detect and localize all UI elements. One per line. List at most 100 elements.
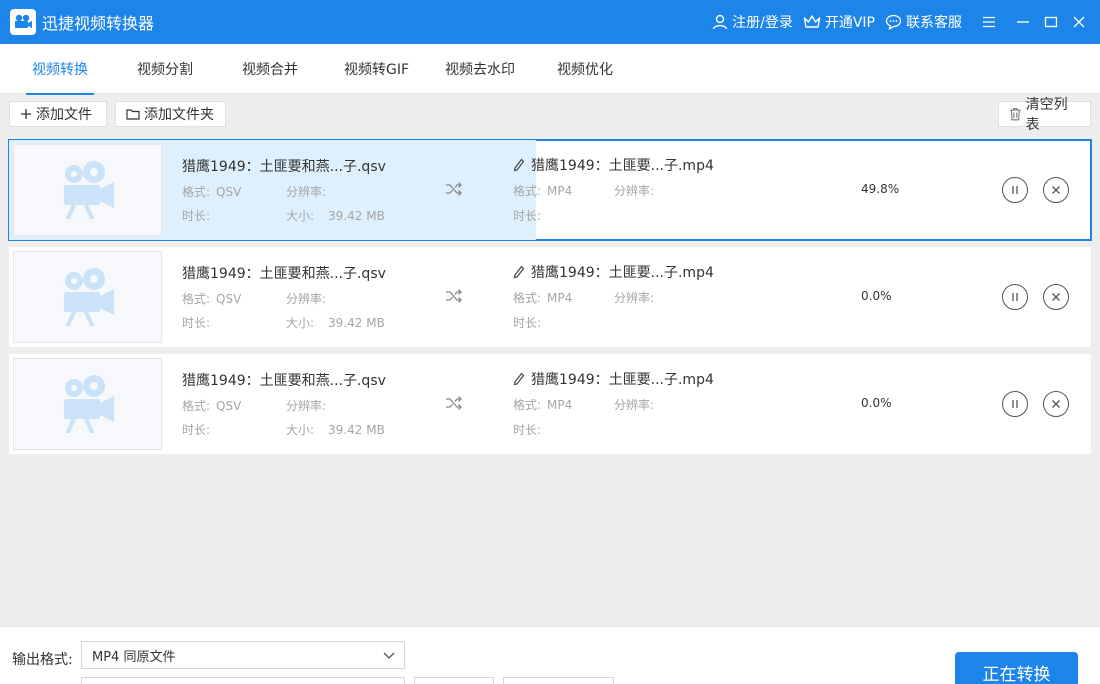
progress-percent: 49.8% (861, 182, 900, 196)
pause-icon (1012, 293, 1018, 301)
tab-video-to-gif[interactable]: 视频转GIF (344, 44, 409, 94)
chat-icon (885, 14, 902, 30)
plus-icon (21, 109, 31, 119)
vip-label: 开通VIP (824, 15, 875, 31)
login-label: 注册/登录 (732, 15, 793, 31)
tab-video-split[interactable]: 视频分割 (137, 44, 193, 94)
file-row[interactable]: 猎鹰1949：土匪要和燕...子.qsv 格式: QSV 分辨率: 时长: 大小:… (9, 247, 1091, 347)
vip-button[interactable]: 开通VIP (803, 12, 875, 32)
convert-button[interactable]: 正在转换 (955, 652, 1078, 684)
clear-list-button[interactable]: 清空列表 (998, 97, 1091, 133)
pencil-icon (513, 158, 525, 172)
source-resolution: 分辨率: (286, 399, 327, 413)
customer-service-button[interactable]: 联系客服 (885, 12, 962, 32)
app-title: 迅捷视频转换器 (42, 14, 155, 33)
source-format: 格式: QSV (182, 185, 242, 199)
add-folder-label: 添加文件夹 (144, 107, 214, 123)
close-icon (1052, 400, 1060, 408)
pause-icon (1012, 400, 1018, 408)
output-format-label: 输出格式: (12, 652, 73, 668)
output-name-text: 猎鹰1949：土匪要...子.mp4 (531, 265, 714, 281)
video-thumbnail (13, 251, 162, 343)
output-resolution: 分辨率: (614, 398, 655, 412)
add-folder-button[interactable]: 添加文件夹 (115, 101, 226, 127)
add-file-label: 添加文件 (36, 107, 92, 123)
pencil-icon (513, 265, 525, 279)
output-file-name[interactable]: 猎鹰1949：土匪要...子.mp4 (513, 155, 714, 175)
output-resolution: 分辨率: (614, 184, 655, 198)
film-camera-icon (63, 375, 114, 433)
output-name-text: 猎鹰1949：土匪要...子.mp4 (531, 158, 714, 174)
pause-icon (1012, 186, 1018, 194)
minimize-button[interactable] (1010, 9, 1036, 35)
file-row[interactable]: 猎鹰1949：土匪要和燕...子.qsv 格式: QSV 分辨率: 时长: 大小:… (9, 354, 1091, 454)
output-file-name[interactable]: 猎鹰1949：土匪要...子.mp4 (513, 369, 714, 389)
close-icon (1052, 186, 1060, 194)
maximize-icon (1044, 16, 1058, 28)
output-format: 格式: MP4 (513, 184, 573, 198)
video-thumbnail (13, 144, 162, 236)
chevron-down-icon (383, 652, 395, 659)
output-duration: 时长: (513, 209, 542, 223)
tab-remove-watermark[interactable]: 视频去水印 (445, 44, 515, 94)
output-duration: 时长: (513, 316, 542, 330)
source-file-name: 猎鹰1949：土匪要和燕...子.qsv (182, 373, 386, 389)
change-path-button[interactable] (414, 677, 494, 684)
maximize-button[interactable] (1038, 9, 1064, 35)
login-button[interactable]: 注册/登录 (712, 12, 793, 32)
pencil-icon (513, 372, 525, 386)
minimize-icon (1017, 21, 1029, 23)
tab-bar: 视频转换 视频分割 视频合并 视频转GIF 视频去水印 视频优化 (0, 44, 1100, 95)
remove-button[interactable] (1043, 177, 1069, 203)
video-thumbnail (13, 358, 162, 450)
output-name-text: 猎鹰1949：土匪要...子.mp4 (531, 372, 714, 388)
remove-button[interactable] (1043, 284, 1069, 310)
source-duration: 时长: (182, 316, 211, 330)
tab-video-merge[interactable]: 视频合并 (242, 44, 298, 94)
source-file-name: 猎鹰1949：土匪要和燕...子.qsv (182, 266, 386, 282)
tab-video-optimize[interactable]: 视频优化 (557, 44, 613, 94)
source-size: 大小: 39.42 MB (286, 316, 385, 330)
film-camera-icon (63, 161, 114, 219)
file-row[interactable]: 猎鹰1949：土匪要和燕...子.qsv 格式: QSV 分辨率: 时长: 大小:… (8, 139, 1092, 241)
source-format: 格式: QSV (182, 399, 242, 413)
menu-button[interactable] (976, 9, 1002, 35)
output-format-value: MP4 同原文件 (92, 649, 176, 665)
close-icon (1073, 16, 1085, 28)
shuffle-icon (445, 396, 463, 414)
add-file-button[interactable]: 添加文件 (9, 101, 107, 127)
bottom-bar: 输出格式: MP4 同原文件 正在转换 (0, 626, 1100, 684)
user-icon (712, 14, 728, 30)
folder-icon (126, 109, 140, 120)
progress-percent: 0.0% (861, 289, 892, 303)
output-path-field[interactable] (81, 677, 405, 684)
output-file-name[interactable]: 猎鹰1949：土匪要...子.mp4 (513, 262, 714, 282)
service-label: 联系客服 (906, 15, 962, 31)
source-resolution: 分辨率: (286, 185, 327, 199)
pause-button[interactable] (1002, 284, 1028, 310)
output-resolution: 分辨率: (614, 291, 655, 305)
pause-button[interactable] (1002, 177, 1028, 203)
source-size: 大小: 39.42 MB (286, 209, 385, 223)
source-duration: 时长: (182, 209, 211, 223)
close-window-button[interactable] (1066, 9, 1092, 35)
title-bar: 迅捷视频转换器 注册/登录 开通VIP 联系客服 (0, 0, 1100, 44)
close-icon (1052, 293, 1060, 301)
source-size: 大小: 39.42 MB (286, 423, 385, 437)
source-format: 格式: QSV (182, 292, 242, 306)
output-format: 格式: MP4 (513, 291, 573, 305)
tab-video-convert[interactable]: 视频转换 (26, 44, 94, 95)
output-format-select[interactable]: MP4 同原文件 (81, 641, 405, 669)
source-duration: 时长: (182, 423, 211, 437)
output-format: 格式: MP4 (513, 398, 573, 412)
shuffle-icon (445, 182, 463, 200)
film-camera-icon (63, 268, 114, 326)
camera-logo-icon (10, 9, 36, 35)
menu-icon (983, 16, 995, 28)
open-folder-button[interactable] (503, 677, 614, 684)
pause-button[interactable] (1002, 391, 1028, 417)
shuffle-icon (445, 289, 463, 307)
progress-percent: 0.0% (861, 396, 892, 410)
source-file-name: 猎鹰1949：土匪要和燕...子.qsv (182, 159, 386, 175)
remove-button[interactable] (1043, 391, 1069, 417)
